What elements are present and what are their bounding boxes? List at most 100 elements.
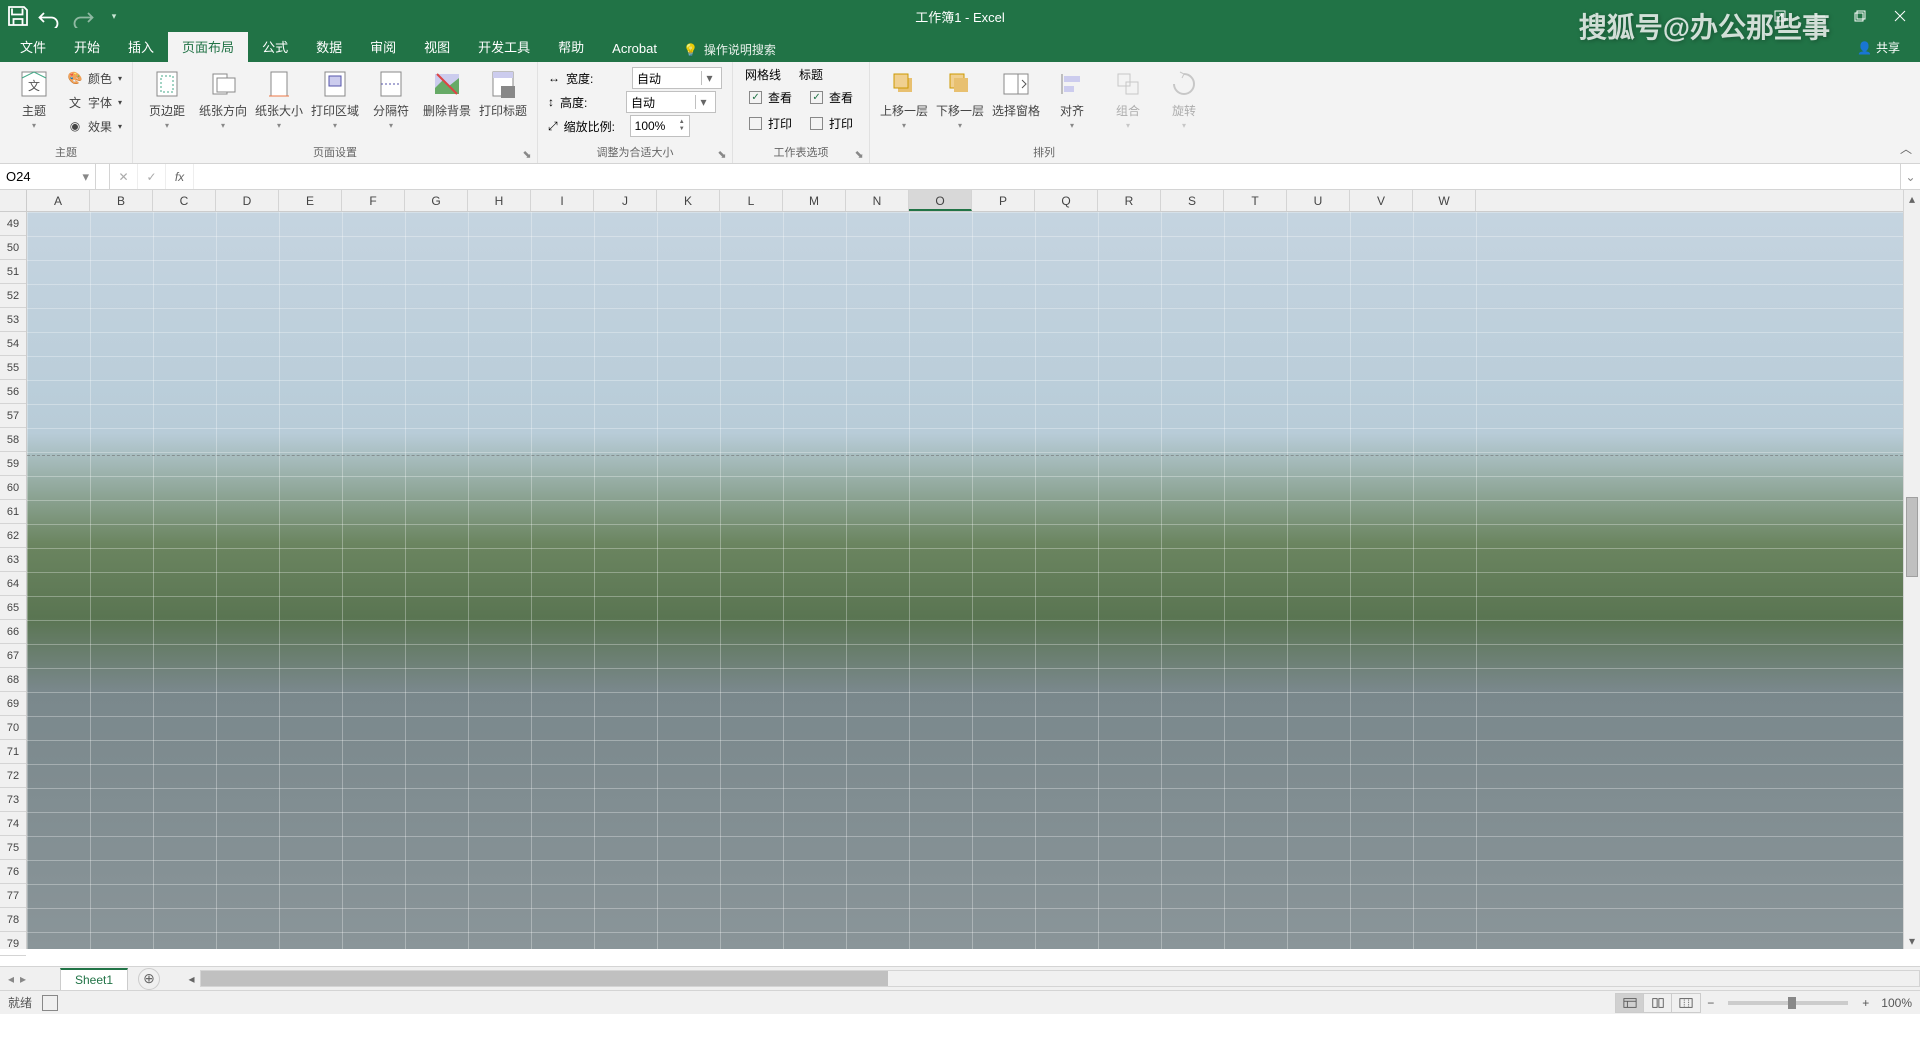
height-combo[interactable]: 自动▾	[626, 91, 716, 113]
col-header-J[interactable]: J	[594, 190, 657, 211]
col-header-E[interactable]: E	[279, 190, 342, 211]
row-header-79[interactable]: 79	[0, 932, 26, 956]
macro-record-icon[interactable]	[42, 995, 58, 1011]
zoom-slider[interactable]	[1728, 1001, 1848, 1005]
row-header-69[interactable]: 69	[0, 692, 26, 716]
col-header-A[interactable]: A	[27, 190, 90, 211]
row-header-59[interactable]: 59	[0, 452, 26, 476]
row-header-60[interactable]: 60	[0, 476, 26, 500]
zoom-in-button[interactable]: +	[1862, 996, 1869, 1010]
align-button[interactable]: 对齐▾	[1044, 66, 1100, 132]
tab-review[interactable]: 审阅	[356, 31, 410, 62]
row-header-68[interactable]: 68	[0, 668, 26, 692]
col-header-W[interactable]: W	[1413, 190, 1476, 211]
cells-area[interactable]	[27, 212, 1903, 949]
col-header-O[interactable]: O	[909, 190, 972, 211]
tell-me-search[interactable]: 💡 操作说明搜索	[671, 37, 788, 62]
col-header-U[interactable]: U	[1287, 190, 1350, 211]
name-box[interactable]: O24▾	[0, 164, 96, 189]
print-area-button[interactable]: 打印区域▾	[307, 66, 363, 132]
row-header-49[interactable]: 49	[0, 212, 26, 236]
horizontal-scrollbar[interactable]: ◂▸	[200, 970, 1920, 987]
sheet-tab-sheet1[interactable]: Sheet1	[60, 968, 128, 990]
selection-pane-button[interactable]: 选择窗格	[988, 66, 1044, 121]
maximize-button[interactable]	[1840, 0, 1880, 32]
row-header-54[interactable]: 54	[0, 332, 26, 356]
scale-launcher[interactable]: ⬊	[716, 148, 728, 160]
row-header-52[interactable]: 52	[0, 284, 26, 308]
redo-button[interactable]	[70, 4, 94, 28]
col-header-V[interactable]: V	[1350, 190, 1413, 211]
sheet-opt-launcher[interactable]: ⬊	[853, 148, 865, 160]
row-header-70[interactable]: 70	[0, 716, 26, 740]
row-header-75[interactable]: 75	[0, 836, 26, 860]
col-header-D[interactable]: D	[216, 190, 279, 211]
row-header-53[interactable]: 53	[0, 308, 26, 332]
headings-print-checkbox[interactable]: 打印	[806, 111, 857, 135]
col-header-L[interactable]: L	[720, 190, 783, 211]
col-header-I[interactable]: I	[531, 190, 594, 211]
tab-insert[interactable]: 插入	[114, 31, 168, 62]
close-button[interactable]	[1880, 0, 1920, 32]
row-header-50[interactable]: 50	[0, 236, 26, 260]
row-header-57[interactable]: 57	[0, 404, 26, 428]
row-header-55[interactable]: 55	[0, 356, 26, 380]
minimize-button[interactable]	[1800, 0, 1840, 32]
sheet-nav[interactable]: ◂▸	[0, 972, 60, 986]
gridlines-view-checkbox[interactable]: 查看	[745, 85, 796, 109]
headings-view-checkbox[interactable]: 查看	[806, 85, 857, 109]
row-header-61[interactable]: 61	[0, 500, 26, 524]
themes-button[interactable]: 文 主题▾	[6, 66, 62, 132]
col-header-P[interactable]: P	[972, 190, 1035, 211]
col-header-G[interactable]: G	[405, 190, 468, 211]
save-button[interactable]	[6, 4, 30, 28]
col-header-S[interactable]: S	[1161, 190, 1224, 211]
row-header-51[interactable]: 51	[0, 260, 26, 284]
row-header-67[interactable]: 67	[0, 644, 26, 668]
gridlines-print-checkbox[interactable]: 打印	[745, 111, 796, 135]
row-header-72[interactable]: 72	[0, 764, 26, 788]
col-header-T[interactable]: T	[1224, 190, 1287, 211]
col-header-M[interactable]: M	[783, 190, 846, 211]
row-header-62[interactable]: 62	[0, 524, 26, 548]
col-header-B[interactable]: B	[90, 190, 153, 211]
col-header-K[interactable]: K	[657, 190, 720, 211]
row-header-77[interactable]: 77	[0, 884, 26, 908]
bring-forward-button[interactable]: 上移一层▾	[876, 66, 932, 132]
normal-view-button[interactable]	[1616, 994, 1644, 1012]
enter-button[interactable]: ✓	[138, 164, 166, 189]
zoom-level[interactable]: 100%	[1881, 996, 1912, 1010]
row-header-66[interactable]: 66	[0, 620, 26, 644]
row-header-63[interactable]: 63	[0, 548, 26, 572]
col-header-H[interactable]: H	[468, 190, 531, 211]
send-backward-button[interactable]: 下移一层▾	[932, 66, 988, 132]
col-header-Q[interactable]: Q	[1035, 190, 1098, 211]
page-setup-launcher[interactable]: ⬊	[521, 148, 533, 160]
tab-developer[interactable]: 开发工具	[464, 31, 544, 62]
tab-data[interactable]: 数据	[302, 31, 356, 62]
col-header-R[interactable]: R	[1098, 190, 1161, 211]
breaks-button[interactable]: 分隔符▾	[363, 66, 419, 132]
tab-page-layout[interactable]: 页面布局	[168, 31, 248, 62]
tab-help[interactable]: 帮助	[544, 31, 598, 62]
undo-button[interactable]	[38, 4, 62, 28]
background-button[interactable]: 删除背景	[419, 66, 475, 121]
col-header-N[interactable]: N	[846, 190, 909, 211]
share-button[interactable]: 👤 共享	[1857, 39, 1900, 62]
print-titles-button[interactable]: 打印标题	[475, 66, 531, 121]
size-button[interactable]: 纸张大小▾	[251, 66, 307, 132]
row-header-71[interactable]: 71	[0, 740, 26, 764]
col-header-C[interactable]: C	[153, 190, 216, 211]
group-button[interactable]: 组合▾	[1100, 66, 1156, 132]
tab-home[interactable]: 开始	[60, 31, 114, 62]
vertical-scrollbar[interactable]: ▴ ▾	[1903, 190, 1920, 949]
col-header-F[interactable]: F	[342, 190, 405, 211]
tab-file[interactable]: 文件	[6, 31, 60, 62]
row-header-64[interactable]: 64	[0, 572, 26, 596]
row-header-65[interactable]: 65	[0, 596, 26, 620]
zoom-out-button[interactable]: −	[1707, 996, 1714, 1010]
cancel-button[interactable]: ✕	[110, 164, 138, 189]
qat-customize-button[interactable]: ▾	[102, 4, 126, 28]
row-header-74[interactable]: 74	[0, 812, 26, 836]
row-header-58[interactable]: 58	[0, 428, 26, 452]
